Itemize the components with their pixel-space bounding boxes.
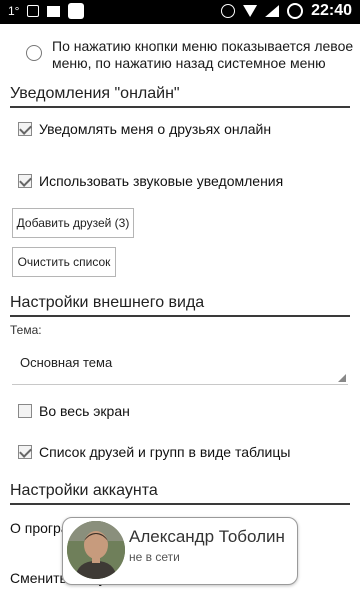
friends-online-label: Уведомлять меня о друзьях онлайн [39,121,272,137]
avatar-image [67,521,125,579]
section-divider [10,315,350,317]
notification-icon [27,5,40,17]
appearance-section-header: Настройки внешнего вида [10,294,350,317]
theme-label: Тема: [10,323,42,337]
theme-select-value: Основная тема [20,355,113,370]
fullscreen-toggle[interactable]: Во весь экран [18,403,130,419]
profile-card[interactable]: Александр Тоболин не в сети [62,517,298,585]
menu-behavior-option[interactable]: По нажатию кнопки меню показывается лево… [26,38,356,72]
temperature-text: 1° [8,4,20,18]
sound-notifications-toggle[interactable]: Использовать звуковые уведомления [18,173,283,189]
radio-button[interactable] [26,45,42,61]
notifications-section-header: Уведомления "онлайн" [10,85,350,108]
battery-icon [287,3,304,19]
profile-name: Александр Тоболин [129,527,285,546]
account-section-title: Настройки аккаунта [10,482,158,499]
grid-view-label: Список друзей и групп в виде таблицы [39,444,291,460]
status-bar: 1° 22:40 [0,0,360,24]
notifications-section-title: Уведомления "онлайн" [10,85,180,102]
profile-status: не в сети [129,550,180,564]
appearance-section-title: Настройки внешнего вида [10,294,205,311]
fullscreen-checkbox[interactable] [18,404,32,418]
clear-list-button[interactable]: Очистить список [12,247,116,277]
account-section-header: Настройки аккаунта [10,482,350,505]
avatar [67,521,125,579]
friends-online-toggle[interactable]: Уведомлять меня о друзьях онлайн [18,121,271,137]
grid-view-checkbox[interactable] [18,445,32,459]
dropdown-arrow-icon [338,374,346,382]
clock-time: 22:40 [311,2,352,19]
grid-view-toggle[interactable]: Список друзей и групп в виде таблицы [18,444,290,460]
app-notification-icon [68,3,85,19]
add-friends-button[interactable]: Добавить друзей (3) [12,208,134,238]
signal-icon [265,5,280,17]
menu-behavior-label: По нажатию кнопки меню показывается лево… [52,38,354,71]
alarm-icon [221,4,236,18]
theme-select[interactable]: Основная тема [12,345,348,385]
section-divider [10,106,350,108]
fullscreen-label: Во весь экран [39,403,130,419]
sound-notifications-checkbox[interactable] [18,174,32,188]
image-notification-icon [47,5,61,17]
friends-online-checkbox[interactable] [18,122,32,136]
wifi-icon [243,5,258,17]
sound-notifications-label: Использовать звуковые уведомления [39,173,284,189]
section-divider [10,503,350,505]
